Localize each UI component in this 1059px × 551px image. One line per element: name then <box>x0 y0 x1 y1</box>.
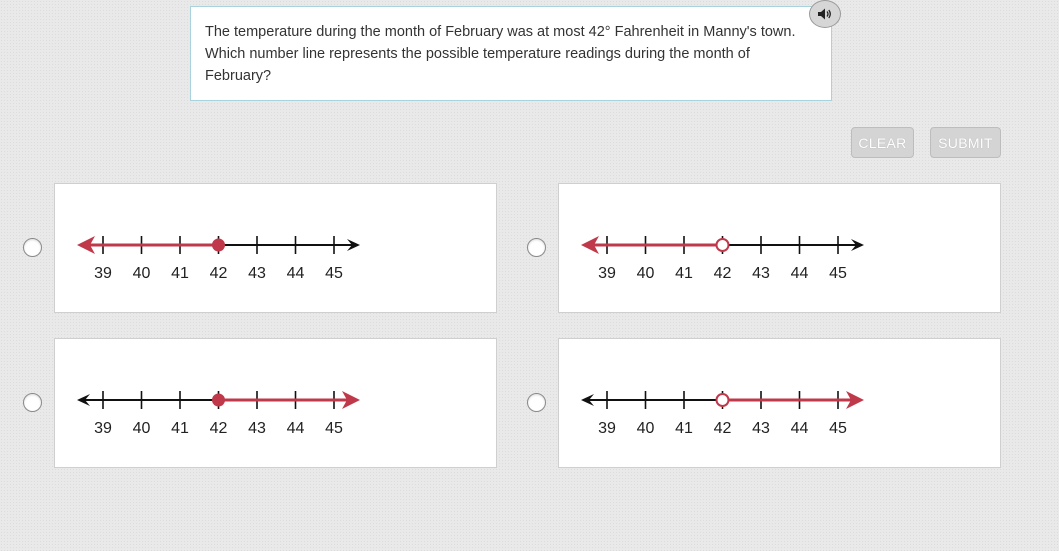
tick-label: 39 <box>94 420 112 437</box>
tick-label: 44 <box>791 265 809 282</box>
tick-label: 41 <box>675 265 693 282</box>
closed-point <box>212 393 225 407</box>
tick-label: 44 <box>287 420 305 437</box>
option-b-radio[interactable] <box>527 238 546 257</box>
submit-button[interactable]: SUBMIT <box>930 127 1001 158</box>
tick-label: 42 <box>210 420 228 437</box>
tick-label: 40 <box>133 265 151 282</box>
tick-label: 43 <box>248 265 266 282</box>
tick-label: 45 <box>829 420 847 437</box>
tick-label: 42 <box>714 420 732 437</box>
tick-label: 41 <box>171 420 189 437</box>
question-text: The temperature during the month of Febr… <box>205 24 796 84</box>
option-a-radio[interactable] <box>23 238 42 257</box>
tick-label: 43 <box>752 420 770 437</box>
speaker-icon[interactable] <box>809 0 841 28</box>
tick-label: 41 <box>675 420 693 437</box>
tick-label: 43 <box>248 420 266 437</box>
tick-label: 39 <box>598 265 616 282</box>
tick-label: 40 <box>637 265 655 282</box>
closed-point <box>212 238 225 252</box>
option-d-card[interactable]: 39 40 41 42 43 44 45 <box>558 338 1001 468</box>
tick-label: 45 <box>325 265 343 282</box>
number-line: 39 40 41 42 43 44 45 <box>581 391 864 437</box>
tick-label: 45 <box>829 265 847 282</box>
clear-button[interactable]: CLEAR <box>851 127 914 158</box>
tick-label: 41 <box>171 265 189 282</box>
tick-label: 45 <box>325 420 343 437</box>
tick-label: 39 <box>598 420 616 437</box>
question-box: The temperature during the month of Febr… <box>190 6 832 101</box>
tick-label: 42 <box>714 265 732 282</box>
option-c-card[interactable]: 39 40 41 42 43 44 45 <box>54 338 497 468</box>
open-point <box>715 393 730 407</box>
tick-label: 39 <box>94 265 112 282</box>
number-line: 39 40 41 42 43 44 45 <box>77 391 360 437</box>
tick-label: 42 <box>210 265 228 282</box>
tick-label: 43 <box>752 265 770 282</box>
tick-label: 44 <box>791 420 809 437</box>
option-c-radio[interactable] <box>23 393 42 412</box>
tick-label: 40 <box>637 420 655 437</box>
option-a-card[interactable]: 39 40 41 42 43 44 45 <box>54 183 497 313</box>
open-point <box>715 238 730 252</box>
option-d-radio[interactable] <box>527 393 546 412</box>
number-line: 39 40 41 42 43 44 45 <box>581 236 864 282</box>
tick-label: 44 <box>287 265 305 282</box>
option-b-card[interactable]: 39 40 41 42 43 44 45 <box>558 183 1001 313</box>
tick-label: 40 <box>133 420 151 437</box>
number-line: 39 40 41 42 43 44 45 <box>77 236 360 282</box>
